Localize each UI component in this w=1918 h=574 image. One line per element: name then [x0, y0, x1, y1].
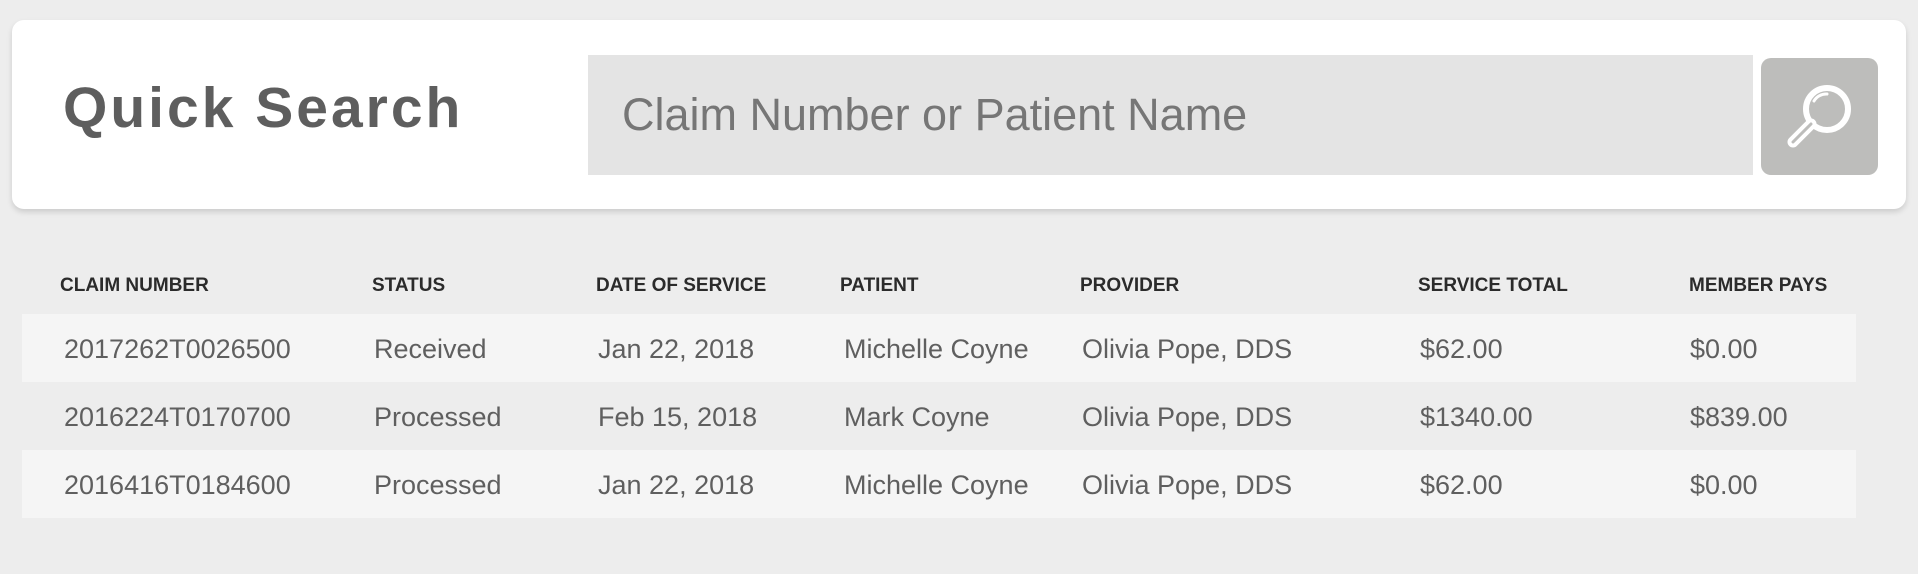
quick-search-title: Quick Search [63, 76, 464, 140]
column-header-service-total[interactable]: SERVICE TOTAL [1418, 275, 1568, 297]
column-header-status[interactable]: STATUS [372, 275, 445, 297]
search-input[interactable] [588, 55, 1753, 175]
claim-status: Processed [374, 402, 502, 432]
service-total: $1340.00 [1420, 402, 1533, 432]
column-header-provider[interactable]: PROVIDER [1080, 275, 1179, 297]
claims-table: CLAIM NUMBER STATUS DATE OF SERVICE PATI… [22, 262, 1856, 518]
claim-number[interactable]: 2016224T0170700 [64, 401, 291, 433]
member-pays: $839.00 [1690, 402, 1788, 432]
date-of-service: Feb 15, 2018 [598, 402, 758, 432]
claim-number[interactable]: 2017262T0026500 [64, 333, 291, 365]
column-header-member-pays[interactable]: MEMBER PAYS [1689, 275, 1827, 297]
table-row[interactable]: 2017262T0026500 Received Jan 22, 2018 Mi… [22, 314, 1856, 382]
magnifier-icon [1787, 84, 1851, 147]
member-pays: $0.00 [1690, 334, 1758, 364]
patient-name: Michelle Coyne [844, 334, 1029, 364]
member-pays: $0.00 [1690, 470, 1758, 500]
table-row[interactable]: 2016416T0184600 Processed Jan 22, 2018 M… [22, 450, 1856, 518]
table-header: CLAIM NUMBER STATUS DATE OF SERVICE PATI… [22, 262, 1856, 314]
patient-name: Michelle Coyne [844, 470, 1029, 500]
claim-status: Received [374, 334, 487, 364]
column-header-patient[interactable]: PATIENT [840, 275, 918, 297]
table-row[interactable]: 2016224T0170700 Processed Feb 15, 2018 M… [22, 382, 1856, 450]
provider-name: Olivia Pope, DDS [1082, 402, 1293, 432]
claim-number[interactable]: 2016416T0184600 [64, 469, 291, 501]
date-of-service: Jan 22, 2018 [598, 470, 755, 500]
provider-name: Olivia Pope, DDS [1082, 470, 1293, 500]
column-header-claim-number[interactable]: CLAIM NUMBER [60, 275, 209, 297]
claim-status: Processed [374, 470, 502, 500]
date-of-service: Jan 22, 2018 [598, 334, 755, 364]
search-button[interactable] [1761, 58, 1878, 175]
column-header-date-of-service[interactable]: DATE OF SERVICE [596, 275, 766, 297]
quick-search-panel: Quick Search [12, 20, 1906, 209]
service-total: $62.00 [1420, 470, 1503, 500]
patient-name: Mark Coyne [844, 402, 990, 432]
provider-name: Olivia Pope, DDS [1082, 334, 1293, 364]
service-total: $62.00 [1420, 334, 1503, 364]
